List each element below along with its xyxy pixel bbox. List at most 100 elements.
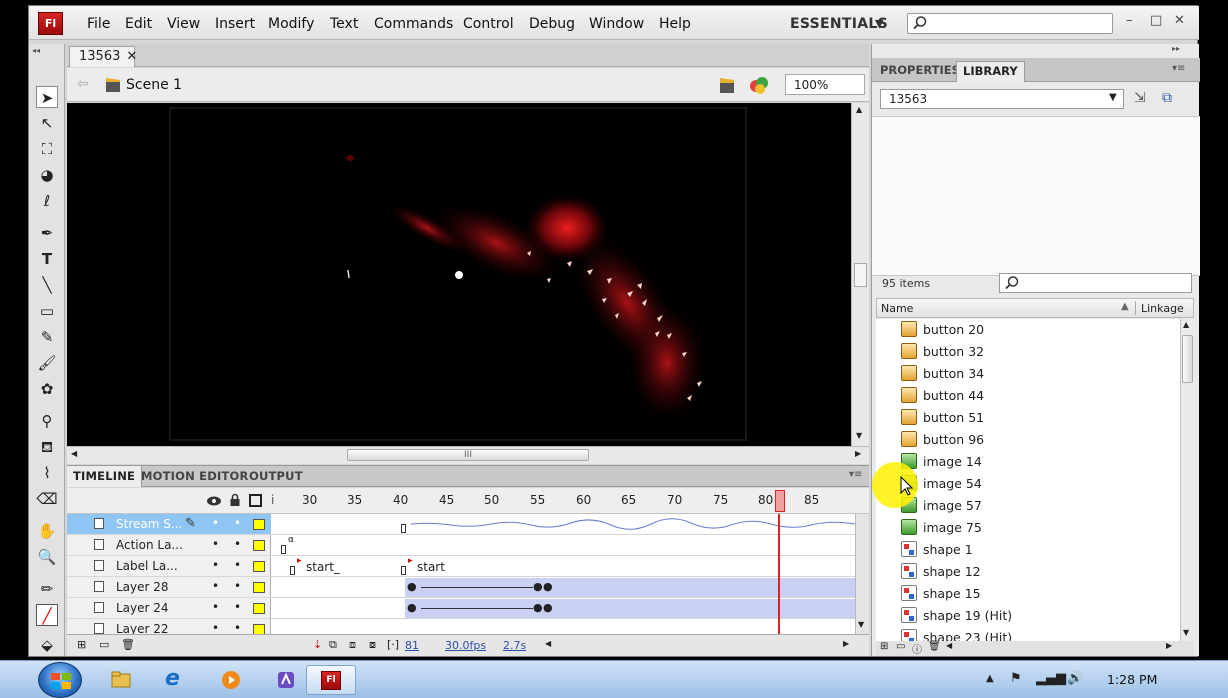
taskbar-flash[interactable]: Fl: [306, 665, 356, 695]
scroll-down-icon[interactable]: ▼: [1183, 628, 1189, 637]
scroll-down-icon[interactable]: ▼: [858, 620, 864, 629]
list-item[interactable]: shape 1: [876, 539, 1180, 561]
maximize-button[interactable]: □: [1150, 13, 1162, 28]
taskbar-media-player[interactable]: [206, 665, 256, 695]
stage-hscroll-thumb[interactable]: III: [347, 449, 589, 461]
close-button[interactable]: ✕: [1174, 13, 1185, 28]
show-hidden-icons-icon[interactable]: ▲: [986, 673, 994, 684]
scroll-down-icon[interactable]: ▼: [856, 431, 862, 440]
collapse-icon[interactable]: ◂◂: [32, 46, 40, 55]
playhead-marker[interactable]: [775, 490, 785, 512]
layer-row[interactable]: Action La... • •: [67, 535, 271, 556]
paint-bucket-tool-icon[interactable]: ⛾: [36, 436, 58, 458]
column-name[interactable]: Name: [881, 302, 913, 315]
list-item[interactable]: button 44: [876, 385, 1180, 407]
panel-menu-icon[interactable]: ▾≡: [849, 469, 862, 480]
scroll-right-icon[interactable]: ▶: [1166, 641, 1172, 650]
workspace-switcher[interactable]: ESSENTIALS: [790, 16, 888, 32]
minimize-button[interactable]: –: [1126, 13, 1133, 28]
elapsed-time[interactable]: 2.7s: [503, 639, 526, 652]
line-tool-icon[interactable]: ╲: [36, 274, 58, 296]
document-tab[interactable]: 13563 ✕: [69, 46, 137, 67]
zoom-tool-icon[interactable]: 🔍: [36, 546, 58, 568]
current-frame[interactable]: 81: [405, 639, 419, 652]
stage-vertical-scrollbar[interactable]: ▲ ▼: [851, 103, 869, 446]
menu-edit[interactable]: Edit: [125, 16, 152, 32]
menu-view[interactable]: View: [167, 16, 200, 32]
edit-symbols-icon[interactable]: [748, 74, 772, 96]
delete-layer-icon[interactable]: 🗑: [121, 638, 135, 651]
keyframe-dot[interactable]: ●: [407, 601, 417, 614]
eyedropper-tool-icon[interactable]: ⌇: [36, 462, 58, 484]
pencil-tool-icon[interactable]: ✎: [36, 326, 58, 348]
lock-icon[interactable]: [229, 493, 241, 507]
column-linkage[interactable]: Linkage: [1141, 302, 1184, 315]
frame-ruler[interactable]: i 30 35 40 45 50 55 60 65 70 75 80 85: [271, 488, 869, 514]
onion-skin-icon[interactable]: ⧉: [329, 638, 337, 652]
clock[interactable]: 1:28 PM: [1107, 672, 1157, 687]
new-symbol-icon[interactable]: ⊞: [880, 641, 888, 652]
subselection-tool-icon[interactable]: ↖: [36, 112, 58, 134]
edit-multiple-icon[interactable]: ⧇: [369, 638, 376, 652]
new-layer-icon[interactable]: ⊞: [77, 638, 86, 651]
frame-row[interactable]: ▸ start_ ▸ start: [271, 556, 855, 577]
scroll-left-icon[interactable]: ◀: [545, 639, 551, 648]
center-frame-icon[interactable]: ⇣: [313, 638, 322, 651]
layer-color-swatch[interactable]: [253, 519, 265, 530]
keyframe-empty[interactable]: [401, 566, 406, 575]
tab-properties[interactable]: PROPERTIES: [874, 61, 966, 82]
volume-icon[interactable]: 🔊: [1067, 671, 1083, 686]
properties-icon[interactable]: ⓘ: [912, 641, 922, 656]
hand-tool-icon[interactable]: ✋: [36, 520, 58, 542]
frame-row[interactable]: ● ● ●: [271, 598, 855, 619]
layer-color-swatch[interactable]: [253, 561, 265, 572]
selection-tool-icon[interactable]: ➤: [36, 86, 58, 108]
start-button[interactable]: [38, 662, 82, 698]
workspace-dropdown-icon[interactable]: ▼: [875, 17, 883, 30]
swap-colors-icon[interactable]: ⬙: [36, 634, 58, 656]
menu-insert[interactable]: Insert: [215, 16, 255, 32]
taskbar-ie[interactable]: e: [151, 665, 201, 695]
new-folder-icon[interactable]: ▭: [896, 641, 905, 652]
frame-row[interactable]: [271, 619, 855, 634]
menu-window[interactable]: Window: [589, 16, 644, 32]
eraser-tool-icon[interactable]: ⌫: [36, 488, 58, 510]
fill-color-icon[interactable]: ╱: [36, 604, 58, 626]
layer-row[interactable]: Label La... • •: [67, 556, 271, 577]
list-item[interactable]: image 57: [876, 495, 1180, 517]
library-document-select[interactable]: 13563 ▼: [880, 89, 1124, 109]
layer-row[interactable]: Layer 28 • •: [67, 577, 271, 598]
stage-horizontal-scrollbar[interactable]: ◀ III ▶: [67, 446, 869, 464]
stage-vscroll-thumb[interactable]: [854, 263, 867, 287]
frame-grid[interactable]: α ▸ start_ ▸ start ● ● ● ● ● ●: [271, 514, 855, 634]
list-item[interactable]: shape 15: [876, 583, 1180, 605]
delete-icon[interactable]: 🗑: [928, 641, 941, 652]
keyframe-empty[interactable]: [290, 566, 295, 575]
layer-color-swatch[interactable]: [253, 603, 265, 614]
menu-control[interactable]: Control: [463, 16, 514, 32]
list-item[interactable]: shape 12: [876, 561, 1180, 583]
rectangle-tool-icon[interactable]: ▭: [36, 300, 58, 322]
help-search-input[interactable]: [907, 13, 1113, 34]
scroll-up-icon[interactable]: ▲: [1183, 320, 1189, 329]
scroll-up-icon[interactable]: ▲: [856, 105, 862, 114]
keyframe-dot[interactable]: ●: [533, 580, 543, 593]
list-item[interactable]: image 54: [876, 473, 1180, 495]
panel-menu-icon[interactable]: ▾≡: [1172, 63, 1185, 74]
stroke-color-icon[interactable]: ✏: [36, 578, 58, 600]
list-item[interactable]: button 32: [876, 341, 1180, 363]
eye-icon[interactable]: [206, 495, 222, 507]
frame-rate[interactable]: 30.0fps: [445, 639, 486, 652]
list-item[interactable]: button 34: [876, 363, 1180, 385]
list-item[interactable]: button 51: [876, 407, 1180, 429]
timeline-vertical-scrollbar[interactable]: ▼: [855, 514, 869, 634]
new-library-panel-icon[interactable]: ⧉: [1162, 90, 1172, 106]
3d-rotation-tool-icon[interactable]: ◕: [36, 164, 58, 186]
tab-output[interactable]: OUTPUT: [243, 466, 309, 487]
keyframe-empty[interactable]: [281, 545, 286, 554]
brush-tool-icon[interactable]: 🖌: [36, 352, 58, 374]
close-tab-icon[interactable]: ✕: [126, 49, 137, 64]
menu-file[interactable]: File: [87, 16, 110, 32]
layer-color-swatch[interactable]: [253, 582, 265, 593]
frame-row[interactable]: α: [271, 535, 855, 556]
